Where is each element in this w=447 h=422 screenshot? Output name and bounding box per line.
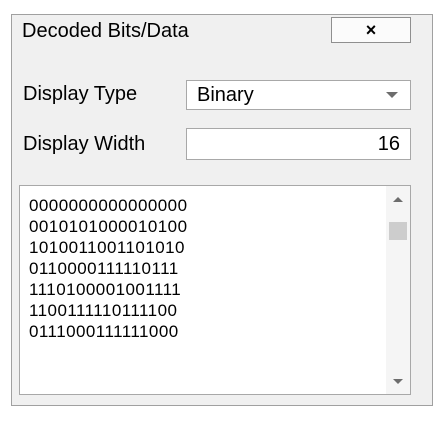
display-width-label: Display Width [23,133,146,155]
decoded-line: 0010101000010100 [29,217,188,236]
display-type-label: Display Type [23,83,138,105]
scroll-up-arrow-icon[interactable] [386,188,410,210]
decoded-lines: 0000000000000000 0010101000010100 10100110… [29,195,187,342]
decoded-line: 1010011001101010 [29,238,185,257]
close-button[interactable]: × [331,17,411,43]
scrollbar-thumb[interactable] [389,222,407,240]
decoded-line: 0111000111111000 [29,322,179,341]
display-width-input[interactable] [186,128,411,160]
chevron-down-icon[interactable] [374,91,410,99]
decoded-line: 1110100001001111 [29,280,182,299]
decoded-line: 0110000111110111 [29,259,179,278]
display-type-value: Binary [197,83,254,106]
panel-title: Decoded Bits/Data [22,20,189,42]
decoded-data-list[interactable]: 0000000000000000 0010101000010100 10100110… [19,185,411,395]
scroll-down-arrow-icon[interactable] [386,370,410,392]
close-icon: × [365,19,377,40]
display-type-dropdown[interactable]: Binary [186,80,411,110]
decoded-line: 0000000000000000 [29,196,188,215]
decoded-line: 1100111110111100 [29,301,178,320]
vertical-scrollbar[interactable] [386,186,410,394]
